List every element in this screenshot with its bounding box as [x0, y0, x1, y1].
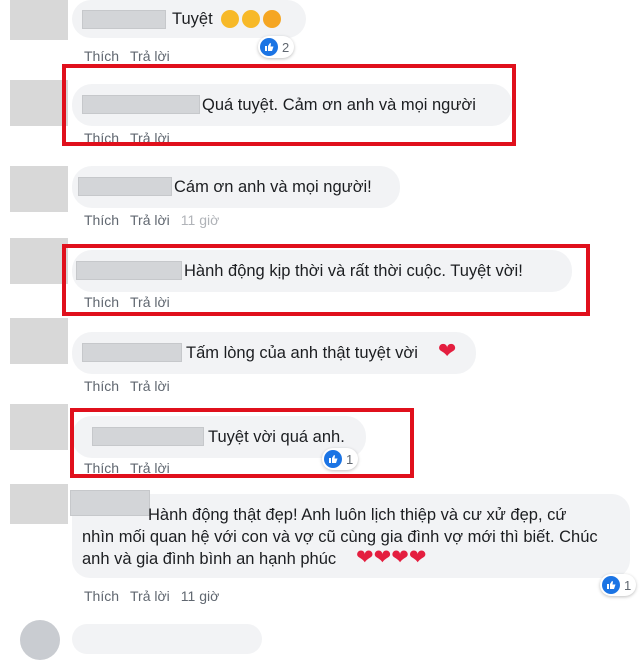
comment-actions: Thích Trả lời: [84, 48, 181, 64]
like-link[interactable]: Thích: [84, 378, 119, 394]
red-highlight-box: [70, 408, 414, 478]
heart-eyes-emoji-icon: [221, 10, 239, 28]
redacted-name: [78, 177, 172, 196]
avatar[interactable]: [20, 620, 60, 660]
reply-link[interactable]: Trả lời: [130, 588, 170, 604]
comment-actions: Thích Trả lời 11 giờ: [84, 588, 230, 604]
avatar[interactable]: [10, 0, 68, 40]
reply-link[interactable]: Trả lời: [130, 378, 170, 394]
avatar[interactable]: [10, 166, 68, 212]
red-highlight-box: [62, 64, 516, 146]
redacted-name: [82, 343, 182, 362]
like-link[interactable]: Thích: [84, 588, 119, 604]
timestamp[interactable]: 11 giờ: [181, 588, 220, 604]
reaction-count: 2: [282, 39, 290, 55]
timestamp[interactable]: 11 giờ: [181, 212, 220, 228]
smiling-hearts-emoji-icon: [242, 10, 260, 28]
heart-icon: ❤: [438, 338, 457, 363]
reaction-count: 1: [624, 577, 632, 593]
like-icon: [260, 38, 278, 56]
like-link[interactable]: Thích: [84, 212, 119, 228]
comment-text: Tuyệt: [172, 10, 213, 28]
redacted-name: [82, 10, 166, 29]
reply-link[interactable]: Trả lời: [130, 212, 170, 228]
heart-icon: ❤: [356, 546, 374, 569]
reply-input[interactable]: [72, 624, 262, 654]
reply-link[interactable]: Trả lời: [130, 48, 170, 64]
redacted-name: [70, 490, 150, 516]
comment-bubble: Hành động thật đẹp! Anh luôn lịch thiệp …: [70, 490, 630, 578]
comment-text-line-1: Hành động thật đẹp! Anh luôn lịch thiệp …: [148, 506, 567, 524]
reaction-count-badge[interactable]: 2: [258, 36, 295, 58]
heart-icon: ❤: [408, 546, 427, 569]
like-icon: [602, 576, 620, 594]
avatar[interactable]: [10, 80, 68, 126]
comment-actions: Thích Trả lời: [84, 378, 181, 394]
reaction-count-badge[interactable]: 1: [600, 574, 637, 596]
comment-text: Cám ơn anh và mọi người!: [174, 178, 372, 196]
like-link[interactable]: Thích: [84, 48, 119, 64]
red-highlight-box: [62, 244, 590, 316]
heart-icon: ❤: [391, 546, 409, 569]
hearts: ❤❤❤❤: [356, 545, 426, 570]
avatar[interactable]: [10, 318, 68, 364]
comment-actions: Thích Trả lời 11 giờ: [84, 212, 230, 228]
comment-bubble: Cám ơn anh và mọi người!: [72, 166, 400, 208]
comment-bubble: Tuyệt: [72, 0, 306, 38]
emoji-reactions: [218, 10, 281, 30]
kiss-emoji-icon: [263, 10, 281, 28]
comment-text-line-3: anh và gia đình bình an hạnh phúc: [82, 550, 337, 568]
comment-text-line-2: nhìn mối quan hệ với con và vợ cũ cùng g…: [82, 528, 598, 546]
comment-bubble: Tấm lòng của anh thật tuyệt vời ❤: [72, 332, 476, 374]
heart-icon: ❤: [373, 546, 392, 569]
avatar[interactable]: [10, 484, 68, 524]
comment-text: Tấm lòng của anh thật tuyệt vời: [186, 344, 418, 362]
avatar[interactable]: [10, 238, 68, 284]
avatar[interactable]: [10, 404, 68, 450]
